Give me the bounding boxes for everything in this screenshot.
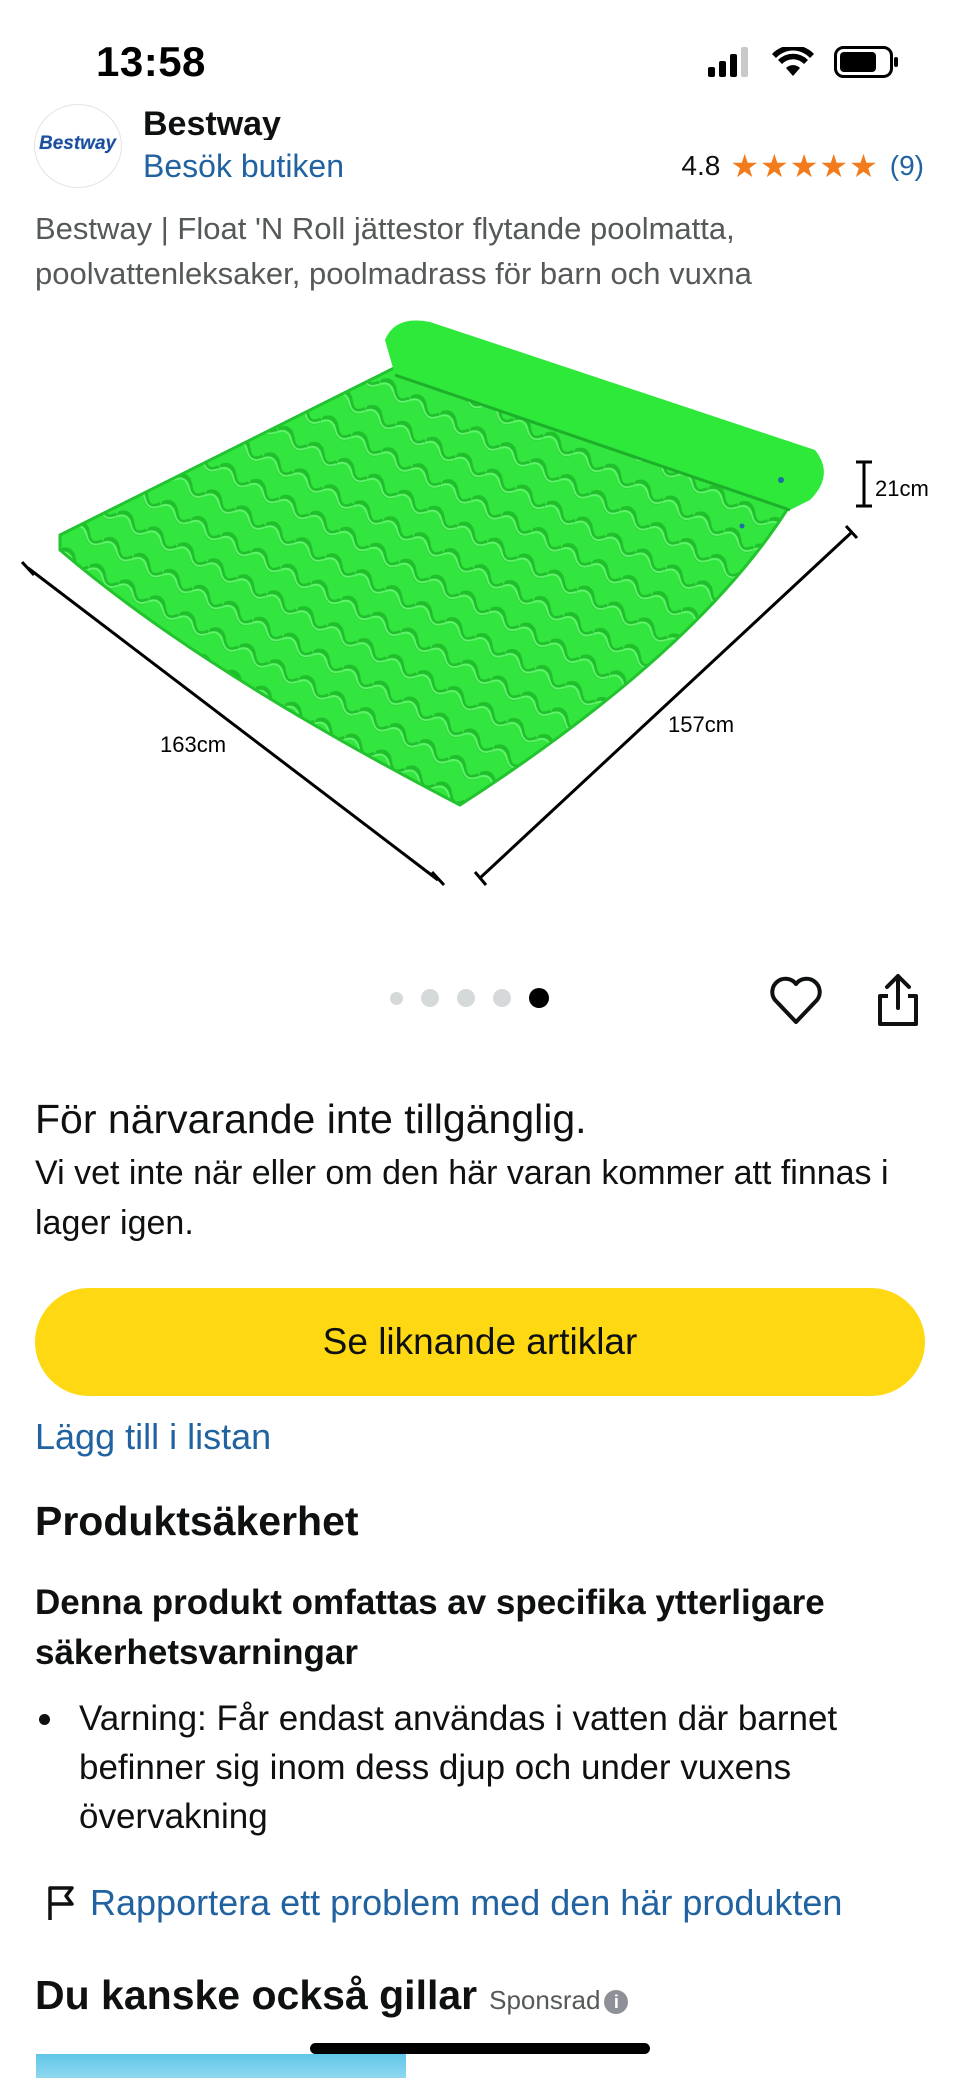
warning-text: Varning: Får endast användas i vatten dä… <box>79 1699 838 1836</box>
status-icons <box>706 46 900 78</box>
carousel-dot-active[interactable] <box>529 988 549 1008</box>
cellular-signal-icon <box>708 47 748 77</box>
warning-item: Varning: Får endast användas i vatten dä… <box>35 1694 915 1841</box>
carousel-dot[interactable] <box>457 989 475 1007</box>
carousel-dot[interactable] <box>421 989 439 1007</box>
report-problem-link[interactable]: Rapportera ett problem med den här produ… <box>46 1882 842 1924</box>
carousel-dot[interactable] <box>493 989 511 1007</box>
flag-icon <box>48 1886 74 1920</box>
rating-stars: ★ ★ ★ ★ ★ <box>730 148 878 184</box>
rating[interactable]: 4.8 ★ ★ ★ ★ ★ (9) <box>681 150 924 182</box>
add-to-list-link[interactable]: Lägg till i listan <box>35 1416 271 1458</box>
brand-logo[interactable]: Bestway <box>34 104 122 188</box>
carousel-dot[interactable] <box>390 991 403 1005</box>
favorite-button[interactable] <box>768 972 824 1028</box>
bullet-icon <box>39 1714 50 1725</box>
see-similar-button[interactable]: Se liknande artiklar <box>35 1288 925 1396</box>
status-bar: 13:58 <box>0 0 960 110</box>
star-icon: ★ <box>760 148 789 184</box>
star-icon: ★ <box>849 148 878 184</box>
brand-row: Bestway Bestway Besök butiken 4.8 ★ ★ ★ … <box>0 104 960 194</box>
status-time: 13:58 <box>96 38 206 85</box>
recommendations-header: Du kanske också gillar Sponsrad i <box>35 1972 629 2019</box>
info-icon[interactable]: i <box>604 1990 629 2015</box>
recommendation-thumbnail[interactable] <box>36 2054 406 2078</box>
dimension-height-label: 21cm <box>875 476 929 501</box>
safety-subheading: Denna produkt omfattas av specifika ytte… <box>35 1583 825 1672</box>
battery-icon <box>834 46 898 78</box>
star-icon: ★ <box>730 148 760 184</box>
brand-logo-text: Bestway <box>39 133 117 154</box>
visit-store-link[interactable]: Besök butiken <box>143 148 344 185</box>
product-illustration: 163cm 157cm 21cm <box>20 320 929 887</box>
availability-note: Vi vet inte när eller om den här varan k… <box>35 1154 889 1242</box>
heart-icon <box>770 976 822 1024</box>
star-icon: ★ <box>789 148 819 184</box>
dimension-depth-label: 157cm <box>668 712 734 737</box>
recommendations-heading: Du kanske också gillar <box>35 1972 478 2018</box>
sponsored-text: Sponsrad <box>489 1985 601 2015</box>
see-similar-label: Se liknande artiklar <box>322 1321 638 1362</box>
report-problem-label: Rapportera ett problem med den här produ… <box>90 1882 843 1923</box>
dimension-width-label: 163cm <box>160 732 226 757</box>
share-button[interactable] <box>870 970 926 1030</box>
brand-name: Bestway <box>143 105 281 140</box>
share-icon <box>878 974 918 1026</box>
rating-value: 4.8 <box>681 150 721 181</box>
product-safety-heading: Produktsäkerhet <box>35 1498 359 1544</box>
product-image[interactable]: 163cm 157cm 21cm <box>0 300 960 900</box>
sponsored-label[interactable]: Sponsrad i <box>489 1985 629 2016</box>
carousel-dots[interactable] <box>390 988 549 1008</box>
rating-count[interactable]: (9) <box>890 150 924 182</box>
warning-list: Varning: Får endast användas i vatten dä… <box>35 1694 915 1841</box>
product-title: Bestway | Float 'N Roll jättestor flytan… <box>35 211 752 291</box>
home-indicator[interactable] <box>310 2043 650 2054</box>
availability-status: För närvarande inte tillgänglig. <box>35 1096 587 1142</box>
star-icon: ★ <box>819 148 849 184</box>
wifi-icon <box>772 47 814 76</box>
